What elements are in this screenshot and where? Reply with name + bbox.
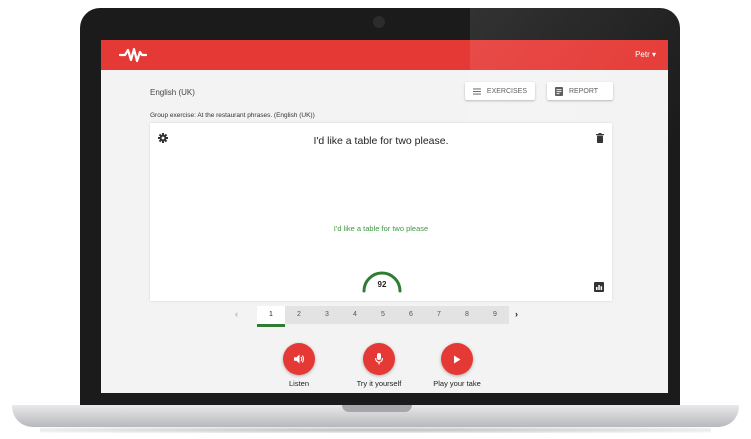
recognized-phrase: I'd like a table for two please: [333, 224, 429, 233]
list-icon: [473, 87, 481, 95]
speaker-icon: [293, 354, 304, 364]
group-exercise-title: Group exercise: At the restaurant phrase…: [150, 112, 315, 119]
page-number-item[interactable]: 3: [313, 306, 341, 324]
play-icon: [454, 355, 461, 363]
top-bar: Petr ▾: [101, 40, 668, 70]
record-button[interactable]: [363, 343, 395, 375]
previous-page-arrow[interactable]: ‹: [235, 309, 238, 319]
try-label: Try it yourself: [356, 379, 402, 388]
listen-button[interactable]: [283, 343, 315, 375]
exercises-label: EXERCISES: [486, 87, 527, 95]
listen-label: Listen: [288, 379, 309, 388]
next-page-arrow[interactable]: ›: [515, 309, 518, 319]
page-number-item[interactable]: 2: [285, 306, 313, 324]
laptop-notch: [342, 405, 412, 412]
page-number-item[interactable]: 8: [453, 306, 481, 324]
laptop-base: [12, 405, 739, 427]
page-number-item[interactable]: 9: [481, 306, 509, 324]
listen-action: Listen: [259, 343, 339, 388]
trash-icon[interactable]: [596, 133, 604, 143]
bar-chart-icon[interactable]: [594, 282, 604, 292]
play-button[interactable]: [441, 343, 473, 375]
play-label: Play your take: [433, 379, 481, 388]
page-number-item[interactable]: 5: [369, 306, 397, 324]
language-label: English (UK): [150, 88, 195, 97]
soundwave-logo-icon[interactable]: [119, 47, 147, 63]
report-button[interactable]: REPORT: [547, 82, 613, 100]
play-action: Play your take: [417, 343, 497, 388]
page-number-item[interactable]: 4: [341, 306, 369, 324]
target-phrase: I'd like a table for two please.: [313, 135, 449, 147]
report-label: REPORT: [569, 87, 599, 95]
page-number-item[interactable]: 7: [425, 306, 453, 324]
page-number-item[interactable]: 1: [257, 306, 285, 327]
try-action: Try it yourself: [339, 343, 419, 388]
exercise-pager: 123456789: [257, 306, 509, 327]
score-value: 92: [377, 280, 387, 289]
app-screen: Petr ▾ English (UK) EXERCISES REPORT Gro…: [101, 40, 668, 393]
microphone-icon: [375, 353, 383, 365]
exercise-card: I'd like a table for two please. I'd lik…: [150, 123, 612, 301]
page-number-item[interactable]: 6: [397, 306, 425, 324]
laptop-shadow: [40, 427, 711, 433]
user-menu[interactable]: Petr ▾: [635, 50, 656, 59]
document-icon: [555, 86, 563, 96]
exercises-button[interactable]: EXERCISES: [465, 82, 535, 100]
